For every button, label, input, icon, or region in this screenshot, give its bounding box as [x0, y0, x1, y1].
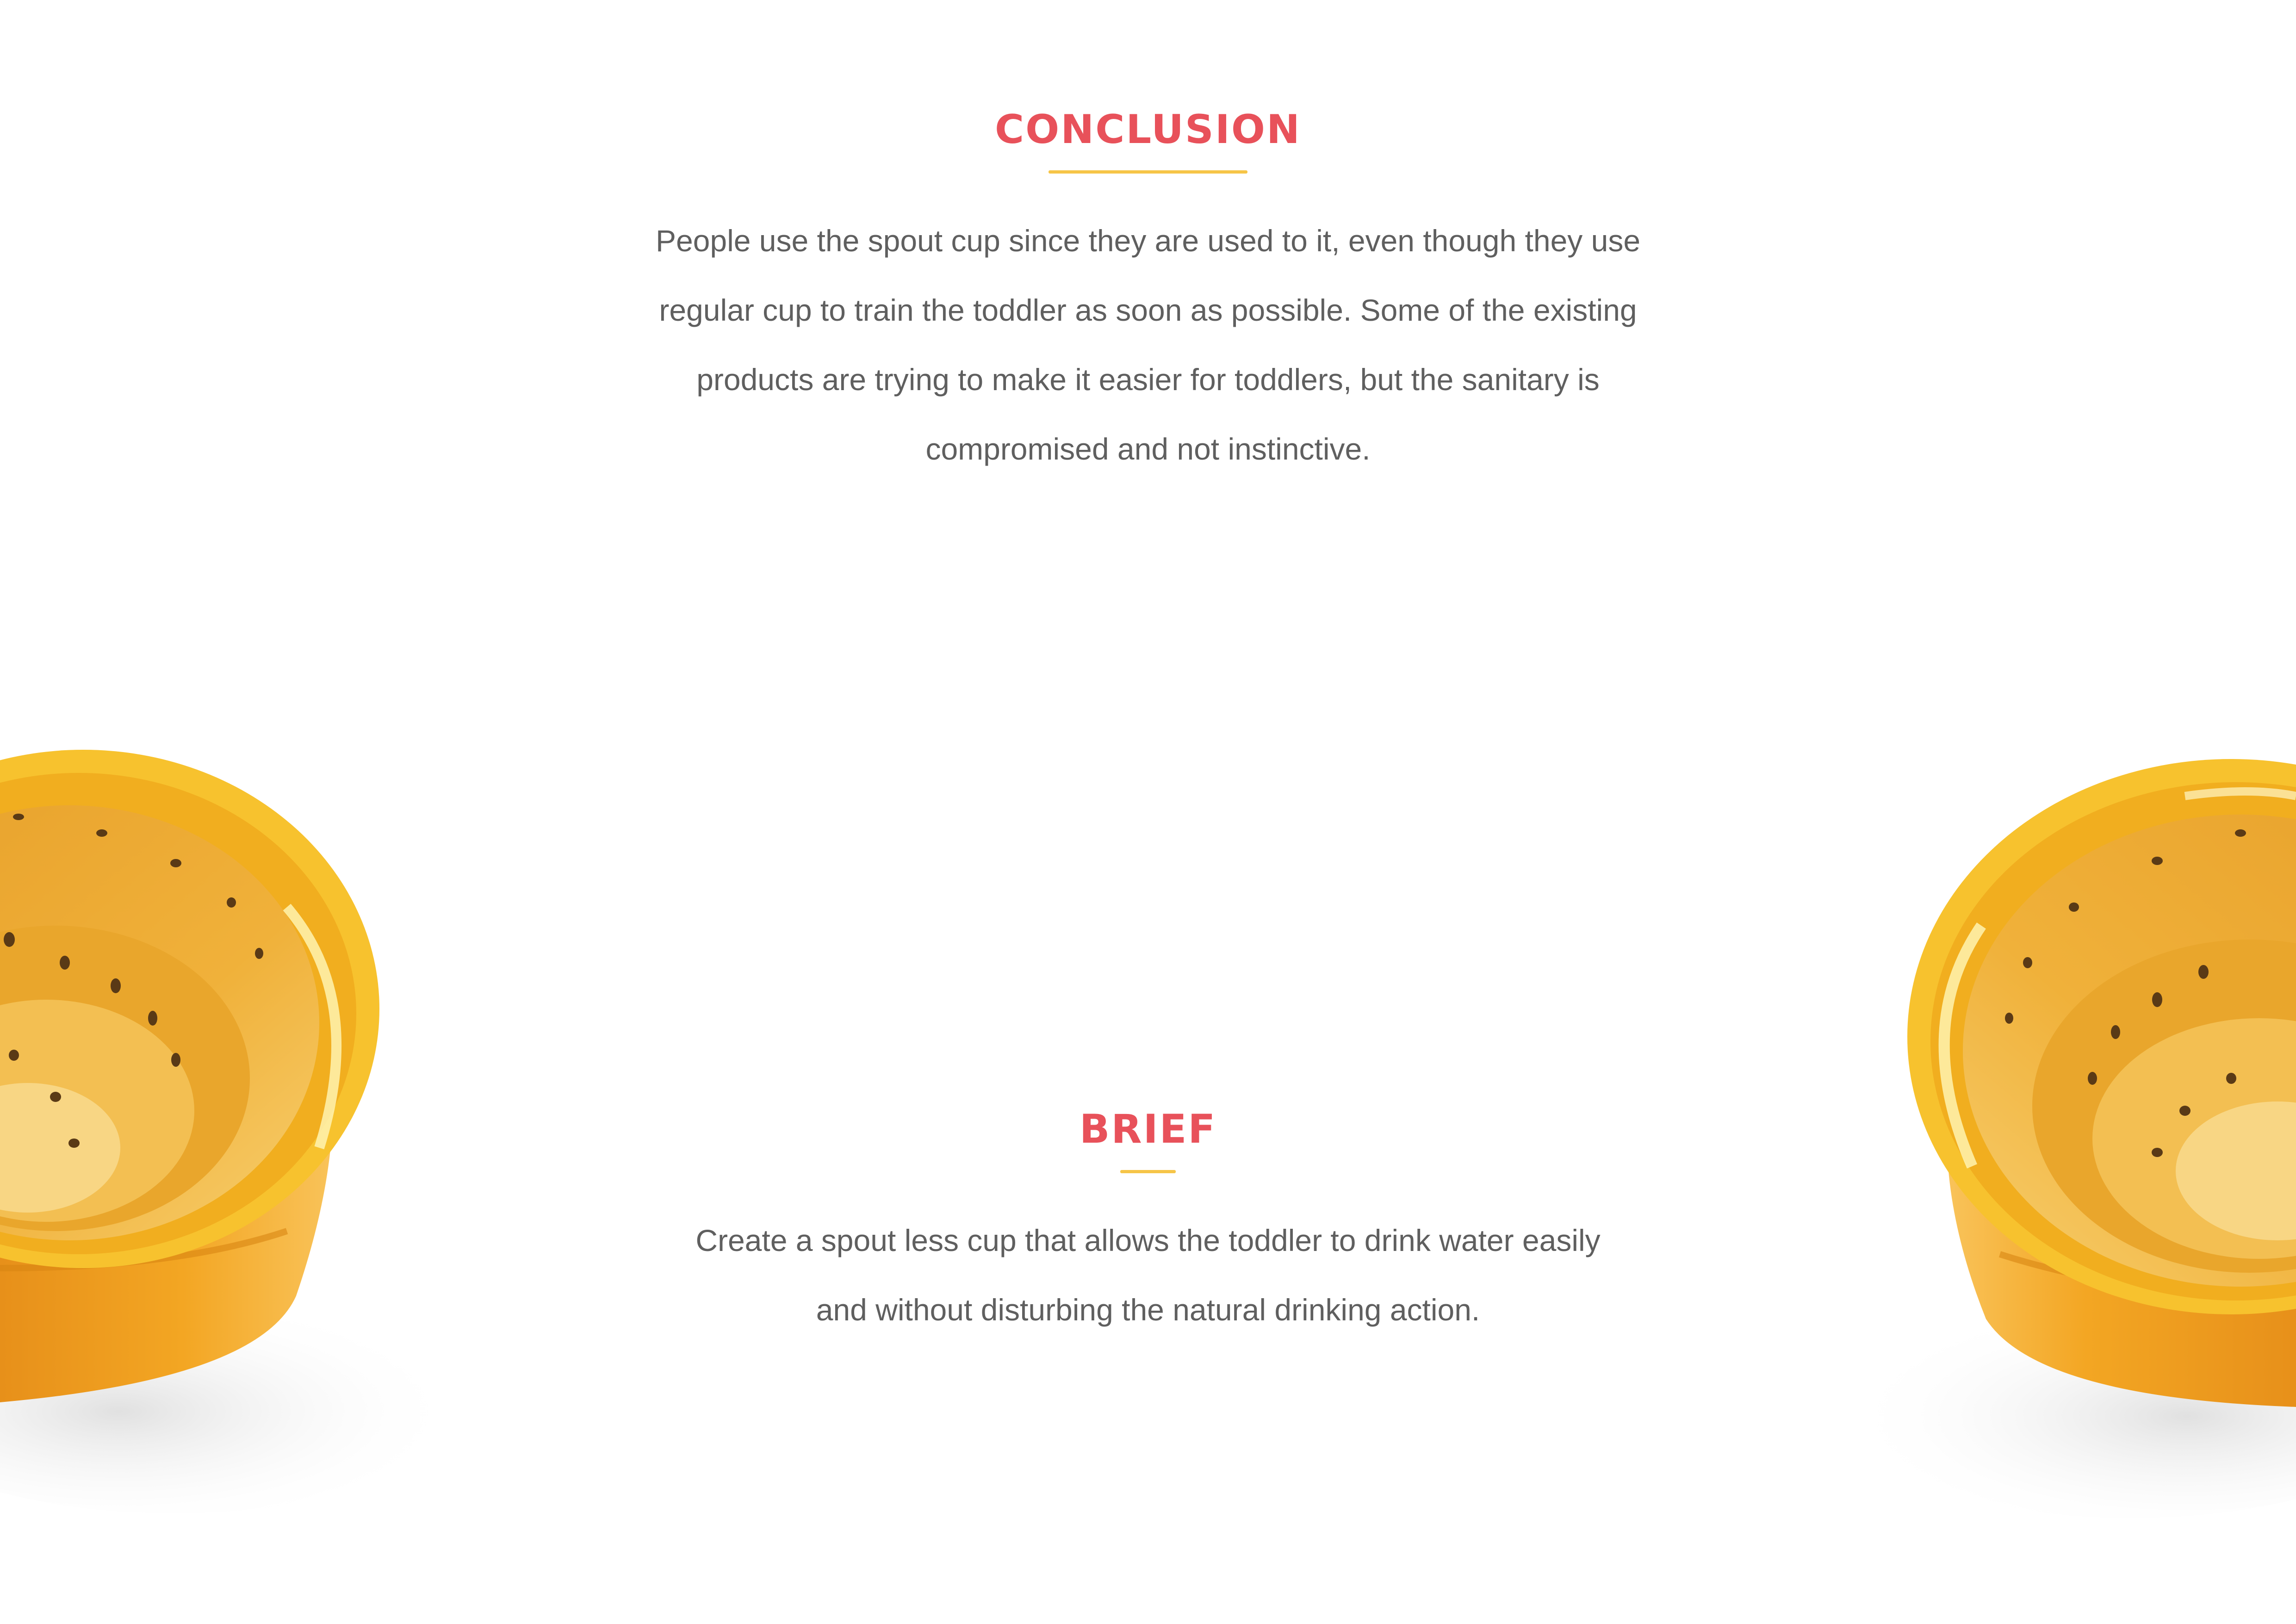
brief-heading: BRIEF — [1079, 1106, 1217, 1152]
conclusion-body: People use the spout cup since they are … — [655, 224, 1641, 466]
right-cup-image — [1843, 759, 2296, 1518]
conclusion-divider — [1049, 170, 1247, 174]
brief-divider — [1120, 1170, 1176, 1173]
conclusion-heading: CONCLUSION — [995, 106, 1301, 153]
left-cup-image — [0, 750, 463, 1513]
conclusion-section: CONCLUSION People use the spout cup sinc… — [555, 93, 1741, 484]
brief-section: BRIEF Create a spout less cup that allow… — [555, 1092, 1741, 1344]
document-page: CONCLUSION People use the spout cup sinc… — [0, 0, 2296, 1624]
brief-body: Create a spout less cup that allows the … — [695, 1223, 1601, 1327]
